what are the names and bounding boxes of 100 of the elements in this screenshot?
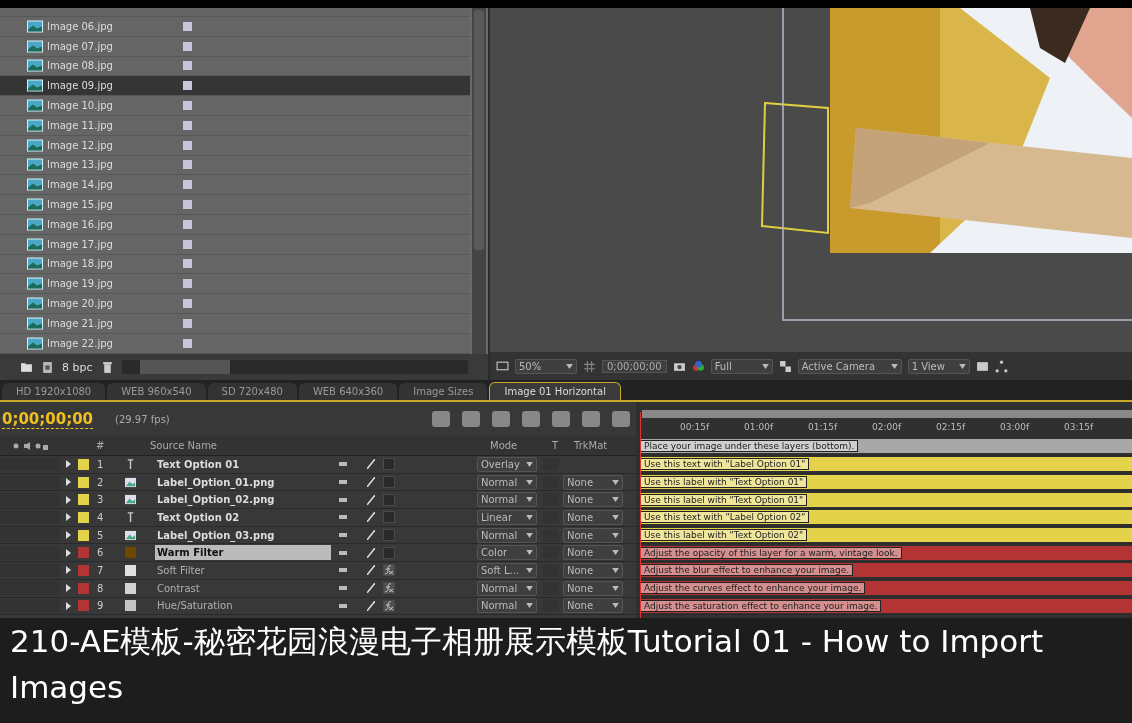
layer-name[interactable]: Text Option 02 — [155, 509, 331, 525]
composition-tab[interactable]: Image Sizes — [399, 383, 488, 400]
caret-icon[interactable] — [612, 550, 619, 556]
layer-name[interactable]: Label_Option_03.png — [155, 527, 331, 543]
track-matte-dropdown[interactable]: None — [563, 562, 623, 578]
blend-mode-dropdown[interactable]: Normal — [477, 598, 537, 614]
horizontal-scrollbar[interactable] — [121, 360, 468, 374]
composition-tab[interactable]: SD 720x480 — [207, 383, 297, 400]
caret-icon[interactable] — [612, 603, 619, 609]
layer-bar[interactable]: Adjust the blur effect to enhance your image. — [640, 563, 1132, 578]
label-color[interactable] — [78, 582, 89, 594]
folder-icon[interactable] — [20, 360, 33, 374]
project-item[interactable]: Image 19.jpg — [0, 274, 470, 295]
quality-slash-icon[interactable] — [367, 512, 375, 523]
shy-switch-icon[interactable] — [339, 533, 347, 538]
project-item[interactable]: Image 09.jpg — [0, 76, 470, 97]
blend-mode-dropdown[interactable]: Color — [477, 545, 537, 561]
caret-icon[interactable] — [761, 363, 769, 369]
caret-icon[interactable] — [612, 567, 619, 573]
effect-switch[interactable] — [383, 564, 395, 577]
trash-icon[interactable] — [100, 360, 114, 374]
quality-slash-icon[interactable] — [367, 565, 375, 576]
caret-icon[interactable] — [526, 585, 533, 591]
caret-icon[interactable] — [958, 363, 966, 369]
project-item[interactable]: Image 06.jpg — [0, 17, 470, 37]
shy-switch-icon[interactable] — [339, 497, 347, 502]
effect-switch[interactable] — [383, 511, 395, 524]
effect-switch[interactable] — [383, 546, 395, 559]
layer-bar[interactable]: Adjust the curves effect to enhance your image. — [640, 581, 1132, 596]
shy-switch-icon[interactable] — [339, 586, 347, 591]
track-matte-dropdown[interactable]: None — [563, 545, 623, 561]
blend-mode-dropdown[interactable]: Normal — [477, 492, 537, 508]
effect-switch[interactable] — [383, 582, 395, 595]
project-item[interactable]: Image 20.jpg — [0, 294, 470, 314]
blend-mode-dropdown[interactable]: Normal — [477, 527, 537, 543]
blend-mode-dropdown[interactable]: Overlay — [477, 456, 537, 472]
caret-icon[interactable] — [612, 479, 619, 485]
quality-slash-icon[interactable] — [367, 547, 375, 558]
caret-icon[interactable] — [526, 461, 533, 467]
label-color[interactable] — [78, 458, 89, 470]
label-color[interactable] — [78, 529, 89, 541]
label-color[interactable] — [78, 564, 89, 576]
monitor-icon[interactable] — [496, 359, 509, 373]
checkerboard-icon[interactable] — [778, 359, 792, 373]
label-color[interactable] — [78, 547, 89, 559]
caret-icon[interactable] — [526, 514, 533, 520]
layer-name[interactable]: Label_Option_02.png — [155, 492, 331, 508]
caret-icon[interactable] — [612, 514, 619, 520]
label-color[interactable] — [78, 511, 89, 523]
effect-switch[interactable] — [383, 476, 395, 489]
layer-name[interactable]: Contrast — [155, 580, 331, 596]
caret-icon[interactable] — [890, 363, 898, 369]
zoom-dropdown[interactable]: 50% — [515, 358, 577, 374]
camera-dropdown[interactable]: Active Camera — [797, 358, 902, 374]
timeline-switch-icon[interactable] — [432, 411, 450, 427]
composition-tab[interactable]: Image 01 Horizontal — [489, 382, 621, 400]
shy-switch-icon[interactable] — [339, 515, 347, 520]
caret-icon[interactable] — [612, 532, 619, 538]
caret-icon[interactable] — [566, 363, 573, 369]
label-color[interactable] — [78, 494, 89, 506]
grid-icon[interactable] — [583, 359, 596, 373]
project-item[interactable]: Image 08.jpg — [0, 56, 470, 77]
caret-icon[interactable] — [526, 603, 533, 609]
track-matte-dropdown[interactable]: None — [563, 509, 623, 525]
timeline-switch-icon[interactable] — [522, 411, 540, 427]
view-layout-dropdown[interactable]: 1 View — [907, 358, 970, 374]
layer-name[interactable]: Warm Filter — [155, 545, 331, 561]
label-color[interactable] — [78, 600, 89, 612]
color-channels-icon[interactable] — [691, 359, 705, 373]
layer-bar[interactable]: Adjust the saturation effect to enhance your image. — [640, 598, 1132, 613]
track-matte-dropdown[interactable]: None — [563, 580, 623, 596]
scrollbar[interactable] — [472, 8, 486, 354]
layer-bar[interactable]: Adjust the opacity of this layer for a warm, vintage look. — [640, 545, 1132, 560]
track-matte-dropdown[interactable]: None — [563, 598, 623, 614]
layer-name[interactable]: Text Option 01 — [155, 456, 331, 472]
quality-slash-icon[interactable] — [367, 600, 375, 611]
quality-slash-icon[interactable] — [367, 494, 375, 505]
layout-icon[interactable] — [975, 359, 989, 373]
project-item[interactable]: Image 15.jpg — [0, 195, 470, 215]
timecode-field[interactable]: 0;00;00;00 — [602, 359, 667, 373]
layer-name[interactable]: Hue/Saturation — [155, 598, 331, 614]
resolution-dropdown[interactable]: Full — [710, 358, 773, 374]
blend-mode-dropdown[interactable]: Linear — [477, 509, 537, 525]
effect-switch[interactable] — [383, 458, 395, 471]
quality-slash-icon[interactable] — [367, 477, 375, 488]
caret-icon[interactable] — [612, 585, 619, 591]
shy-switch-icon[interactable] — [339, 603, 347, 608]
caret-icon[interactable] — [526, 567, 533, 573]
blend-mode-dropdown[interactable]: Normal — [477, 580, 537, 596]
blend-mode-dropdown[interactable]: Soft L... — [477, 562, 537, 578]
layer-name[interactable]: Soft Filter — [155, 562, 331, 578]
caret-icon[interactable] — [612, 497, 619, 503]
label-color[interactable] — [78, 476, 89, 488]
bit-depth-label[interactable]: 8 bpc — [62, 360, 93, 374]
caret-icon[interactable] — [526, 550, 533, 556]
layer-bar[interactable]: Use this label with "Text Option 01" — [640, 492, 1132, 507]
timeline-switch-icon[interactable] — [582, 411, 600, 427]
caret-icon[interactable] — [526, 479, 533, 485]
timeline-switch-icon[interactable] — [552, 411, 570, 427]
effect-switch[interactable] — [383, 599, 395, 612]
